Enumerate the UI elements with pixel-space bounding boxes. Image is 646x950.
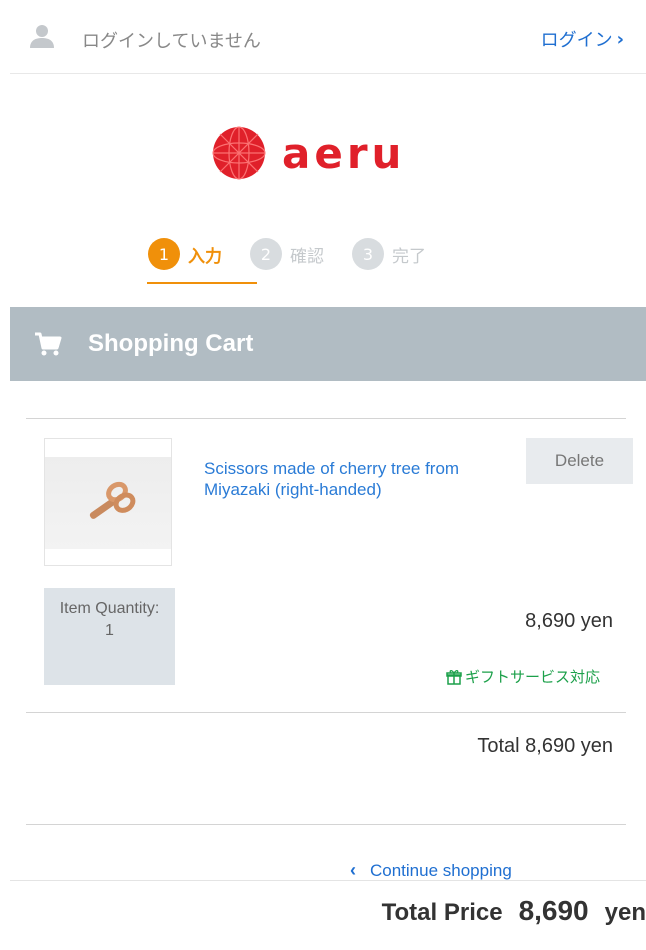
step-label: 確認 [290, 246, 324, 267]
cart-header: Shopping Cart [10, 307, 646, 381]
login-bar: ログインしていません ログイン › [10, 0, 646, 74]
continue-shopping-link[interactable]: ‹ Continue shopping [350, 860, 512, 881]
gift-service-badge: ギフトサービス対応 [446, 666, 600, 687]
total-price-unit: yen [604, 899, 646, 926]
active-step-underline [147, 282, 257, 284]
divider [26, 712, 626, 713]
gift-icon [446, 669, 462, 685]
quantity-label: Item Quantity: [59, 600, 160, 617]
user-icon [30, 25, 54, 48]
cart-total: Total 8,690 yen [477, 735, 613, 757]
product-thumbnail[interactable] [44, 438, 172, 566]
item-price: 8,690 yen [525, 610, 613, 632]
scissors-product-image [89, 481, 136, 519]
total-price-value: 8,690 [518, 895, 589, 926]
divider [26, 418, 626, 419]
divider [26, 824, 626, 825]
cart-icon [35, 332, 62, 356]
login-status-text: ログインしていません [82, 31, 261, 52]
total-price-label: Total Price [381, 899, 503, 926]
page: ログインしていません ログイン › aeru 1 入力 2 確認 3 完了 Sh… [10, 0, 646, 950]
step-label: 完了 [392, 246, 426, 267]
chevron-left-icon: ‹ [350, 860, 356, 880]
login-link-label: ログイン [540, 30, 613, 51]
step-confirm: 2 確認 [250, 238, 324, 270]
delete-button[interactable]: Delete [526, 438, 633, 484]
footer-divider [10, 880, 646, 881]
brand-logo[interactable]: aeru [210, 118, 405, 188]
step-number: 3 [352, 238, 384, 270]
step-number: 2 [250, 238, 282, 270]
chevron-right-icon: › [616, 28, 624, 50]
quantity-value: 1 [105, 622, 114, 639]
step-complete: 3 完了 [352, 238, 426, 270]
logo-wordmark: aeru [282, 128, 406, 178]
login-link[interactable]: ログイン › [541, 26, 624, 52]
continue-shopping-label: Continue shopping [370, 860, 512, 880]
gift-service-label: ギフトサービス対応 [464, 668, 600, 686]
quantity-selector[interactable]: Item Quantity: 1 [44, 588, 175, 685]
checkout-steps: 1 入力 2 確認 3 完了 [148, 238, 426, 270]
step-number: 1 [148, 238, 180, 270]
globe-logo-icon [212, 126, 266, 180]
cart-title: Shopping Cart [88, 330, 254, 357]
product-name-link[interactable]: Scissors made of cherry tree from Miyaza… [204, 458, 504, 500]
total-price-bar: Total Price 8,690 yen [382, 895, 646, 927]
step-input: 1 入力 [148, 238, 222, 270]
step-label: 入力 [188, 246, 222, 267]
